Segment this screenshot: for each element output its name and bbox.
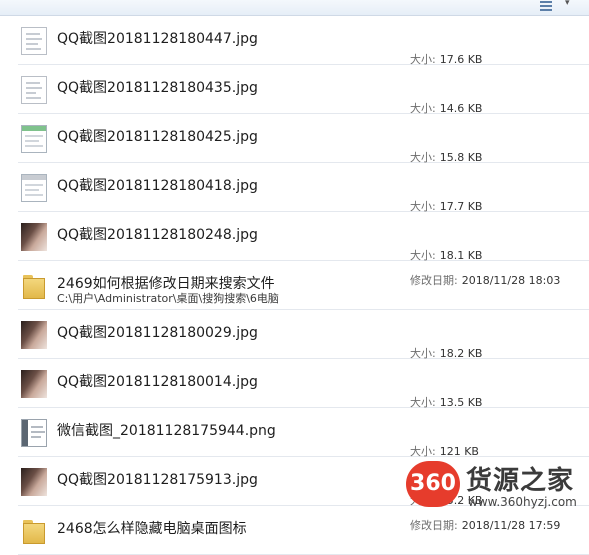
file-row[interactable]: QQ截图20181128180029.jpg 大小: 18.2 KB — [18, 310, 589, 360]
file-name: QQ截图20181128180447.jpg — [57, 31, 258, 47]
image-thumbnail — [21, 370, 47, 398]
folder-row[interactable]: 2468怎么样隐藏电脑桌面图标 修改日期: 2018/11/28 17:59 — [18, 506, 589, 555]
image-thumbnail — [21, 125, 47, 153]
image-thumbnail — [21, 174, 47, 202]
chevron-down-icon[interactable]: ▾ — [565, 0, 570, 8]
modified-date: 修改日期: 2018/11/28 17:59 — [410, 519, 561, 532]
file-name: QQ截图20181128180418.jpg — [57, 178, 258, 194]
file-row[interactable]: QQ截图20181128180418.jpg 大小: 17.7 KB — [18, 163, 589, 213]
file-name: 微信截图_20181128175944.png — [57, 423, 276, 439]
file-row[interactable]: QQ截图20181128180425.jpg 大小: 15.8 KB — [18, 114, 589, 164]
image-thumbnail — [21, 419, 47, 447]
image-thumbnail — [21, 321, 47, 349]
folder-name: 2468怎么样隐藏电脑桌面图标 — [57, 521, 247, 537]
folder-icon — [21, 272, 47, 300]
modified-date: 修改日期: 2018/11/28 18:03 — [410, 274, 561, 287]
file-row[interactable]: 微信截图_20181128175944.png 大小: 121 KB — [18, 408, 589, 458]
file-name: QQ截图20181128180248.jpg — [57, 227, 258, 243]
file-name: QQ截图20181128180029.jpg — [57, 325, 258, 341]
image-thumbnail — [21, 27, 47, 55]
file-name: QQ截图20181128180425.jpg — [57, 129, 258, 145]
file-row[interactable]: QQ截图20181128180014.jpg 大小: 13.5 KB — [18, 359, 589, 409]
image-thumbnail — [21, 76, 47, 104]
explorer-toolbar: ▾ — [0, 0, 589, 16]
file-row[interactable]: QQ截图20181128180248.jpg 大小: 18.1 KB — [18, 212, 589, 262]
folder-path: C:\用户\Administrator\桌面\搜狗搜索\6电脑 — [57, 292, 279, 305]
watermark-logo: 360 — [406, 461, 460, 507]
image-thumbnail — [21, 468, 47, 496]
folder-row[interactable]: 2469如何根据修改日期来搜索文件 C:\用户\Administrator\桌面… — [18, 261, 589, 310]
file-row[interactable]: QQ截图20181128180435.jpg 大小: 14.6 KB — [18, 65, 589, 115]
file-name: QQ截图20181128175913.jpg — [57, 472, 258, 488]
watermark-url: www.360hyzj.com — [468, 495, 577, 509]
file-name: QQ截图20181128180014.jpg — [57, 374, 258, 390]
image-thumbnail — [21, 223, 47, 251]
list-view-icon — [540, 1, 552, 11]
change-view-button[interactable]: ▾ — [538, 0, 582, 14]
file-row[interactable]: QQ截图20181128180447.jpg 大小: 17.6 KB — [18, 16, 589, 66]
file-name: QQ截图20181128180435.jpg — [57, 80, 258, 96]
watermark-brand: 货源之家 — [466, 466, 575, 496]
site-watermark: 360 货源之家 www.360hyzj.com — [404, 458, 589, 510]
